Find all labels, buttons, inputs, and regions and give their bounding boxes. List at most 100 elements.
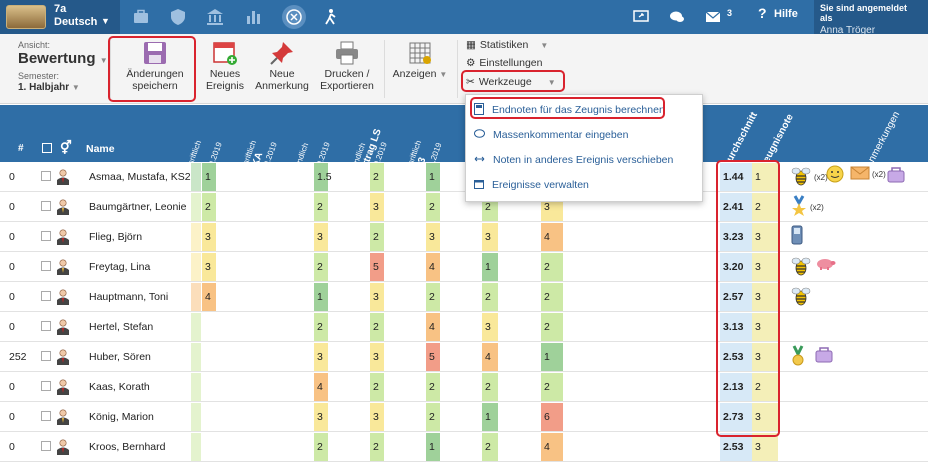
statistics-menu[interactable]: ▦ Statistiken ▼ (466, 39, 548, 51)
grade-cell[interactable]: 2 (314, 193, 328, 221)
table-row[interactable]: 252 Huber, Sören 3 3 5 4 1 2.53 3 (0, 342, 928, 372)
institution-icon[interactable] (202, 4, 228, 30)
note-0[interactable]: (x2) (790, 195, 824, 219)
grade-cell[interactable]: 5 (370, 253, 384, 281)
report-grade[interactable]: 3 (752, 433, 778, 461)
grade-cell[interactable]: 5 (426, 343, 440, 371)
row-checkbox[interactable] (41, 351, 51, 361)
grade-cell[interactable]: 3 (426, 223, 440, 251)
note-0[interactable] (790, 345, 808, 369)
grade-cell[interactable] (258, 163, 274, 191)
grade-cell[interactable] (258, 313, 274, 341)
table-row[interactable]: 0 Hertel, Stefan 2 2 4 3 2 3.13 3 (0, 312, 928, 342)
settings-menu[interactable]: ⚙ Einstellungen (466, 57, 542, 69)
help-link[interactable]: Hilfe (774, 8, 798, 20)
grade-cell[interactable]: 4 (426, 253, 440, 281)
table-row[interactable]: 0 Kaas, Korath 4 2 2 2 2 2.13 2 (0, 372, 928, 402)
grade-cell[interactable]: 2 (370, 433, 384, 461)
report-grade[interactable]: 3 (752, 283, 778, 311)
grade-cell[interactable]: 2 (314, 313, 328, 341)
grading-icon[interactable] (282, 5, 306, 29)
note-0[interactable] (790, 255, 814, 279)
grade-cell[interactable]: 1 (426, 433, 440, 461)
report-grade[interactable]: 3 (752, 253, 778, 281)
table-row[interactable]: 0Asmaa, Mustafa, KS211.52111.441(x2)(x2) (0, 162, 928, 192)
grade-cell[interactable]: 1 (482, 253, 498, 281)
menu-item-1[interactable]: Massenkommentar eingeben (474, 126, 628, 144)
grade-cell[interactable]: 3 (370, 403, 384, 431)
report-grade[interactable]: 3 (752, 223, 778, 251)
grade-cell[interactable]: 1 (314, 283, 328, 311)
note-3[interactable] (886, 165, 908, 185)
note-0[interactable] (790, 225, 806, 247)
grade-cell[interactable]: 2 (541, 283, 563, 311)
row-checkbox[interactable] (41, 171, 51, 181)
grade-cell[interactable]: 3 (314, 223, 328, 251)
grade-cell[interactable]: 1 (541, 343, 563, 371)
new-note-button[interactable]: Neue Anmerkung (254, 40, 310, 92)
grade-cell[interactable]: 3 (202, 253, 216, 281)
note-0[interactable]: (x2) (790, 165, 828, 189)
grade-cell[interactable]: 2 (370, 163, 384, 191)
grade-cell[interactable]: 2 (370, 223, 384, 251)
student-name[interactable]: Asmaa, Mustafa, KS2 (86, 163, 196, 191)
report-grade[interactable]: 2 (752, 193, 778, 221)
grade-cell[interactable]: 2 (426, 403, 440, 431)
row-checkbox[interactable] (41, 261, 51, 271)
grade-cell[interactable]: 3 (314, 343, 328, 371)
row-checkbox[interactable] (41, 381, 51, 391)
grade-cell[interactable]: 2 (541, 313, 563, 341)
student-name[interactable]: Baumgärtner, Leonie (86, 193, 196, 221)
grade-cell[interactable]: 3 (314, 403, 328, 431)
student-name[interactable]: Flieg, Björn (86, 223, 196, 251)
grade-cell[interactable]: 2 (541, 373, 563, 401)
report-grade[interactable]: 3 (752, 313, 778, 341)
row-checkbox[interactable] (41, 201, 51, 211)
grade-cell[interactable]: 2 (482, 373, 498, 401)
screen-share-icon[interactable] (628, 4, 654, 30)
student-name[interactable]: Hauptmann, Toni (86, 283, 196, 311)
grade-cell[interactable]: 1 (202, 163, 216, 191)
grade-cell[interactable]: 2 (314, 253, 328, 281)
row-checkbox[interactable] (41, 231, 51, 241)
select-all-checkbox[interactable] (42, 143, 52, 153)
grade-cell[interactable] (258, 403, 274, 431)
grade-cell[interactable]: 2 (426, 283, 440, 311)
grade-cell[interactable]: 3 (482, 313, 498, 341)
bar-chart-icon[interactable] (240, 4, 266, 30)
grade-cell[interactable]: 2 (426, 373, 440, 401)
row-checkbox[interactable] (41, 291, 51, 301)
grade-cell[interactable]: 4 (482, 343, 498, 371)
student-name[interactable]: Hertel, Stefan (86, 313, 196, 341)
table-row[interactable]: 0 König, Marion 3 3 2 1 6 2.73 3 (0, 402, 928, 432)
grade-cell[interactable]: 1 (426, 163, 440, 191)
menu-item-2[interactable]: Noten in anderes Ereignis verschieben (474, 151, 673, 169)
grade-cell[interactable]: 4 (541, 223, 563, 251)
grade-cell[interactable] (258, 283, 274, 311)
user-panel[interactable]: Sie sind angemeldet als Anna Tröger (814, 0, 928, 36)
grade-cell[interactable]: 3 (370, 283, 384, 311)
grade-cell[interactable]: 4 (541, 433, 563, 461)
grade-cell[interactable]: 2 (370, 373, 384, 401)
grade-cell[interactable]: 3 (202, 223, 216, 251)
student-name[interactable]: König, Marion (86, 403, 196, 431)
note-0[interactable] (790, 285, 814, 309)
grade-cell[interactable] (202, 403, 216, 431)
semester-selector[interactable]: 1. Halbjahr ▼ (18, 82, 80, 93)
print-export-button[interactable]: Drucken / Exportieren (316, 40, 378, 92)
grade-cell[interactable] (258, 343, 274, 371)
grade-cell[interactable] (258, 223, 274, 251)
grade-cell[interactable]: 4 (202, 283, 216, 311)
grade-cell[interactable] (202, 433, 216, 461)
note-1[interactable] (826, 165, 846, 185)
grade-cell[interactable]: 2 (541, 253, 563, 281)
note-1[interactable] (814, 345, 836, 365)
view-selector[interactable]: Bewertung ▼ (18, 50, 108, 67)
table-row[interactable]: 0 Flieg, Björn 3 3 2 3 3 4 3.23 3 (0, 222, 928, 252)
grade-cell[interactable]: 3 (370, 193, 384, 221)
grade-cell[interactable] (258, 373, 274, 401)
table-row[interactable]: 0 Hauptmann, Toni 4 1 3 2 2 2 2.57 3 (0, 282, 928, 312)
row-checkbox[interactable] (41, 411, 51, 421)
student-name[interactable]: Freytag, Lina (86, 253, 196, 281)
student-name[interactable]: Huber, Sören (86, 343, 196, 371)
